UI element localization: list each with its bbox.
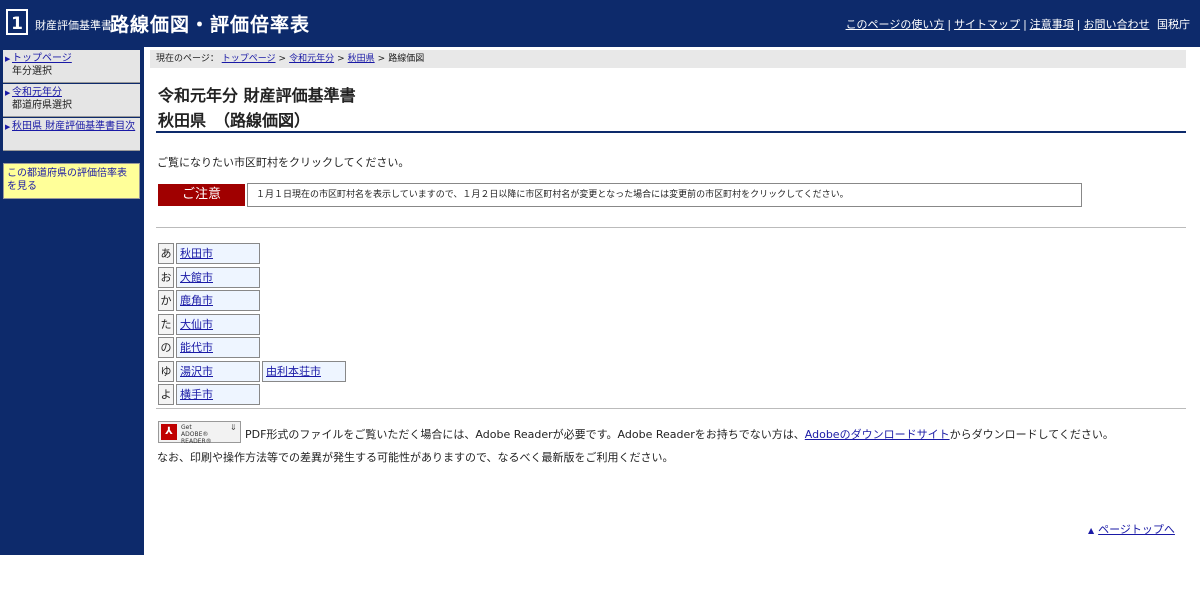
city-link[interactable]: 横手市 <box>176 384 260 405</box>
sidebar-item-year[interactable]: ▶ 令和元年分 都道府県選択 <box>3 84 140 117</box>
sidebar: ▶ トップページ 年分選択 ▶ 令和元年分 都道府県選択 ▶ 秋田県 財産評価基… <box>0 47 144 555</box>
breadcrumb: 現在のページ： トップページ > 令和元年分 > 秋田県 > 路線価図 <box>150 50 1186 68</box>
page-top-link-text[interactable]: ページトップへ <box>1098 523 1175 536</box>
divider <box>156 227 1186 228</box>
city-link[interactable]: 大仙市 <box>176 314 260 335</box>
sidebar-item-top-sub: 年分選択 <box>12 66 52 77</box>
page-top-link[interactable]: ▲ ページトップへ <box>1088 521 1175 537</box>
city-link[interactable]: 秋田市 <box>176 243 260 264</box>
bullet-icon: ▶ <box>5 55 11 63</box>
breadcrumb-separator-icon: > <box>337 54 345 64</box>
kana-label: あ <box>158 243 174 264</box>
intro-text: ご覧になりたい市区町村をクリックしてください。 <box>157 156 410 169</box>
main-heading: 令和元年分 財産評価基準書 <box>158 86 356 105</box>
kana-label: よ <box>158 384 174 405</box>
breadcrumb-item-year[interactable]: 令和元年分 <box>289 54 334 64</box>
breadcrumb-separator-icon: > <box>278 54 287 64</box>
city-link-text[interactable]: 横手市 <box>180 388 213 401</box>
bullet-icon: ▶ <box>5 123 11 131</box>
kana-label: か <box>158 290 174 311</box>
sidebar-multiplier-link[interactable]: この都道府県の評価倍率表を見る <box>3 163 140 199</box>
kana-label: た <box>158 314 174 335</box>
city-link-text[interactable]: 大仙市 <box>180 318 213 331</box>
city-link-text[interactable]: 大館市 <box>180 271 213 284</box>
city-link[interactable]: 能代市 <box>176 337 260 358</box>
city-link[interactable]: 大館市 <box>176 267 260 288</box>
breadcrumb-label: 現在のページ： <box>156 54 219 64</box>
site-subtitle: 財産評価基準書 <box>35 19 112 32</box>
adobe-pdf-icon: ⅄ <box>161 424 177 440</box>
sidebar-item-contents[interactable]: ▶ 秋田県 財産評価基準書目次 <box>3 118 140 151</box>
kana-label: ゆ <box>158 361 174 382</box>
sub-heading: 秋田県 （路線価図） <box>158 111 311 130</box>
pdf-notice-2: なお、印刷や操作方法等での差異が発生する可能性がありますので、なるべく最新版をご… <box>157 451 674 464</box>
city-link[interactable]: 鹿角市 <box>176 290 260 311</box>
breadcrumb-item-pref[interactable]: 秋田県 <box>348 54 375 64</box>
nav-sitemap-link[interactable]: サイトマップ <box>954 18 1020 31</box>
breadcrumb-item-top[interactable]: トップページ <box>222 54 276 64</box>
download-arrow-icon: ⇓ <box>230 423 237 432</box>
kana-label: の <box>158 337 174 358</box>
heading-divider <box>156 131 1186 133</box>
city-link-text[interactable]: 秋田市 <box>180 247 213 260</box>
page-title: 路線価図・評価倍率表 <box>110 14 311 36</box>
notice-tag: ご注意 <box>158 184 245 206</box>
triangle-up-icon: ▲ <box>1088 526 1095 535</box>
nav-contact-link[interactable]: お問い合わせ <box>1084 18 1150 31</box>
city-link[interactable]: 由利本荘市 <box>262 361 346 382</box>
bullet-icon: ▶ <box>5 89 11 97</box>
kana-label: お <box>158 267 174 288</box>
sidebar-item-year-sub: 都道府県選択 <box>12 100 72 111</box>
city-link-text[interactable]: 湯沢市 <box>180 365 213 378</box>
header-nav: このページの使い方 | サイトマップ | 注意事項 | お問い合わせ 国税庁 <box>845 18 1190 31</box>
sidebar-item-top-link[interactable]: トップページ <box>12 53 72 64</box>
sidebar-item-year-link[interactable]: 令和元年分 <box>12 87 62 98</box>
divider <box>156 408 1186 409</box>
agency-label: 国税庁 <box>1157 18 1190 31</box>
pdf-notice: PDF形式のファイルをご覧いただく場合には、Adobe Readerが必要です。… <box>245 428 1114 441</box>
sidebar-item-top[interactable]: ▶ トップページ 年分選択 <box>3 50 140 83</box>
notice-text: １月１日現在の市区町村名を表示していますので、１月２日以降に市区町村名が変更とな… <box>247 183 1082 207</box>
city-link[interactable]: 湯沢市 <box>176 361 260 382</box>
site-header: 1 財産評価基準書 路線価図・評価倍率表 このページの使い方 | サイトマップ | 注意… <box>0 0 1200 47</box>
nav-notes-link[interactable]: 注意事項 <box>1030 18 1074 31</box>
sidebar-item-contents-link[interactable]: 秋田県 財産評価基準書目次 <box>12 121 135 132</box>
nav-howto-link[interactable]: このページの使い方 <box>846 18 945 31</box>
city-link-text[interactable]: 鹿角市 <box>180 294 213 307</box>
adobe-download-link[interactable]: Adobeのダウンロードサイト <box>805 428 950 441</box>
breadcrumb-separator-icon: > <box>377 54 386 64</box>
breadcrumb-current: 路線価図 <box>388 54 425 64</box>
city-link-text[interactable]: 能代市 <box>180 341 213 354</box>
get-adobe-reader-button[interactable]: ⅄ Get ADOBE® READER® ⇓ <box>158 421 241 445</box>
city-link-text[interactable]: 由利本荘市 <box>266 365 321 378</box>
logo-icon: 1 <box>6 9 28 35</box>
